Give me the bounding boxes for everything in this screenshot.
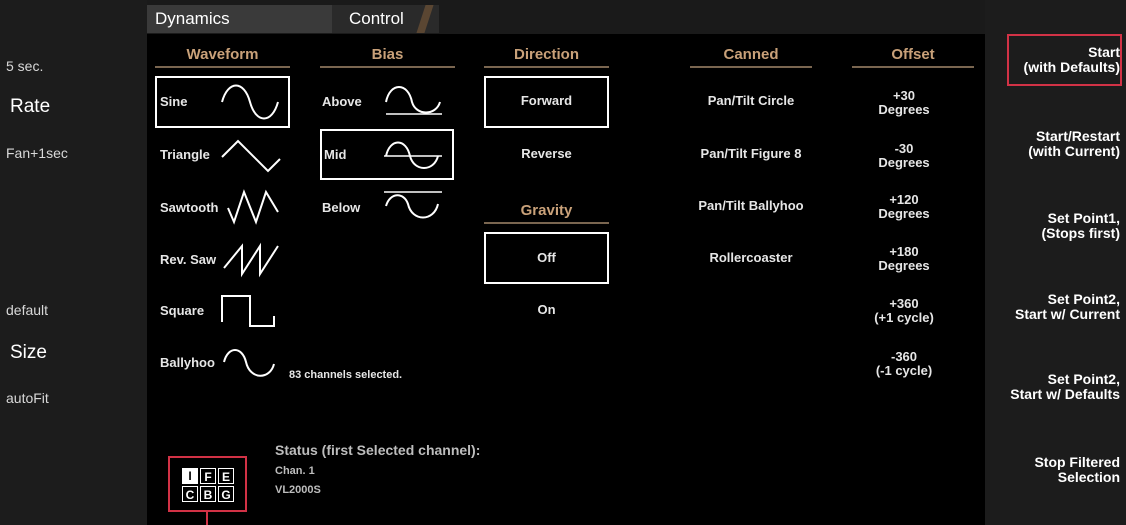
offset-value: +30 bbox=[892, 88, 916, 103]
bias-header-line bbox=[320, 66, 455, 68]
start-restart-button[interactable]: Start/Restart (with Current) bbox=[1028, 129, 1120, 159]
canned-pan-tilt-ballyhoo[interactable]: Pan/Tilt Ballyhoo bbox=[680, 199, 822, 213]
offset-value: +180 bbox=[889, 244, 919, 259]
bias-mid-label[interactable]: Mid bbox=[324, 147, 346, 162]
gravity-header-line bbox=[484, 222, 609, 224]
offset-minus-30[interactable]: -30 Degrees bbox=[852, 142, 956, 170]
offset-plus-180[interactable]: +180 Degrees bbox=[852, 245, 956, 273]
bias-below-label[interactable]: Below bbox=[322, 200, 360, 215]
status-cell-i: I bbox=[182, 468, 198, 484]
direction-forward[interactable]: Forward bbox=[484, 94, 609, 108]
waveform-ballyhoo-label[interactable]: Ballyhoo bbox=[160, 355, 215, 370]
offset-value: +120 bbox=[889, 192, 919, 207]
offset-plus-120[interactable]: +120 Degrees bbox=[852, 193, 956, 221]
offset-unit: Degrees bbox=[878, 155, 930, 170]
bias-mid-icon[interactable] bbox=[380, 134, 444, 174]
ballyhoo-wave-icon[interactable] bbox=[220, 344, 280, 384]
right-sidebar: Start (with Defaults) Start/Restart (wit… bbox=[985, 0, 1126, 525]
direction-header-line bbox=[484, 66, 609, 68]
status-cell-e: E bbox=[218, 468, 234, 484]
square-wave-icon[interactable] bbox=[220, 292, 280, 332]
start-with-defaults-button[interactable]: Start (with Defaults) bbox=[1024, 45, 1120, 75]
waveform-header-line bbox=[155, 66, 290, 68]
waveform-header: Waveform bbox=[186, 46, 259, 63]
reverse-sawtooth-wave-icon[interactable] bbox=[222, 240, 282, 280]
duration-value[interactable]: 5 sec. bbox=[6, 58, 43, 74]
waveform-rev-saw-label[interactable]: Rev. Saw bbox=[160, 252, 216, 267]
sine-wave-icon[interactable] bbox=[218, 82, 282, 122]
offset-plus-360[interactable]: +360 (+1 cycle) bbox=[852, 297, 956, 325]
status-channel: Chan. 1 bbox=[275, 465, 315, 477]
bias-above-label[interactable]: Above bbox=[322, 94, 362, 109]
bias-above-icon[interactable] bbox=[380, 80, 444, 120]
offset-unit: Degrees bbox=[878, 102, 930, 117]
size-label[interactable]: Size bbox=[10, 342, 47, 364]
status-cell-f: F bbox=[200, 468, 216, 484]
set-point2-defaults-button[interactable]: Set Point2, Start w/ Defaults bbox=[1010, 372, 1120, 402]
offset-plus-30[interactable]: +30 Degrees bbox=[852, 89, 956, 117]
tab-bar: Dynamics Control bbox=[147, 0, 985, 34]
offset-value: +360 bbox=[889, 296, 919, 311]
gravity-header: Gravity bbox=[520, 202, 573, 219]
set-point2-current-button[interactable]: Set Point2, Start w/ Current bbox=[1015, 292, 1120, 322]
left-sidebar: 5 sec. Rate Fan+1sec default Size autoFi… bbox=[0, 0, 147, 525]
direction-header: Direction bbox=[513, 46, 579, 63]
status-cell-g: G bbox=[218, 486, 234, 502]
tab-dynamics[interactable]: Dynamics bbox=[147, 5, 335, 33]
canned-rollercoaster[interactable]: Rollercoaster bbox=[680, 251, 822, 265]
rate-label[interactable]: Rate bbox=[10, 96, 50, 118]
waveform-sawtooth-label[interactable]: Sawtooth bbox=[160, 200, 219, 215]
offset-value: -360 bbox=[890, 349, 918, 364]
size-default[interactable]: default bbox=[6, 302, 48, 318]
offset-unit: (+1 cycle) bbox=[874, 310, 934, 325]
set-point1-button[interactable]: Set Point1, (Stops first) bbox=[1041, 211, 1120, 241]
selection-count: 83 channels selected. bbox=[289, 369, 403, 381]
status-title: Status (first Selected channel): bbox=[275, 442, 481, 458]
status-grid[interactable]: I F E C B G bbox=[182, 468, 234, 504]
offset-unit: Degrees bbox=[878, 258, 930, 273]
offset-unit: Degrees bbox=[878, 206, 930, 221]
offset-header: Offset bbox=[891, 46, 935, 63]
offset-unit: (-1 cycle) bbox=[875, 363, 933, 378]
sawtooth-wave-icon[interactable] bbox=[226, 188, 286, 228]
offset-header-line bbox=[852, 66, 974, 68]
waveform-square-label[interactable]: Square bbox=[160, 303, 204, 318]
gravity-on[interactable]: On bbox=[484, 303, 609, 317]
status-cell-c: C bbox=[182, 486, 198, 502]
status-grid-pointer bbox=[206, 512, 208, 525]
canned-header: Canned bbox=[723, 46, 779, 63]
status-fixture: VL2000S bbox=[275, 484, 321, 496]
rate-mode[interactable]: Fan+1sec bbox=[6, 145, 68, 161]
canned-header-line bbox=[690, 66, 812, 68]
offset-minus-360[interactable]: -360 (-1 cycle) bbox=[852, 350, 956, 378]
canned-pan-tilt-figure-8[interactable]: Pan/Tilt Figure 8 bbox=[680, 147, 822, 161]
direction-reverse[interactable]: Reverse bbox=[484, 147, 609, 161]
offset-value: -30 bbox=[894, 141, 914, 156]
triangle-wave-icon[interactable] bbox=[220, 137, 284, 177]
bias-header: Bias bbox=[371, 46, 404, 63]
waveform-triangle-label[interactable]: Triangle bbox=[160, 147, 210, 162]
gravity-off[interactable]: Off bbox=[484, 251, 609, 265]
bias-below-icon[interactable] bbox=[380, 186, 444, 226]
size-mode[interactable]: autoFit bbox=[6, 390, 49, 406]
stop-filtered-selection-button[interactable]: Stop Filtered Selection bbox=[1034, 455, 1120, 485]
waveform-sine-label[interactable]: Sine bbox=[160, 94, 187, 109]
canned-pan-tilt-circle[interactable]: Pan/Tilt Circle bbox=[680, 94, 822, 108]
status-cell-b: B bbox=[200, 486, 216, 502]
